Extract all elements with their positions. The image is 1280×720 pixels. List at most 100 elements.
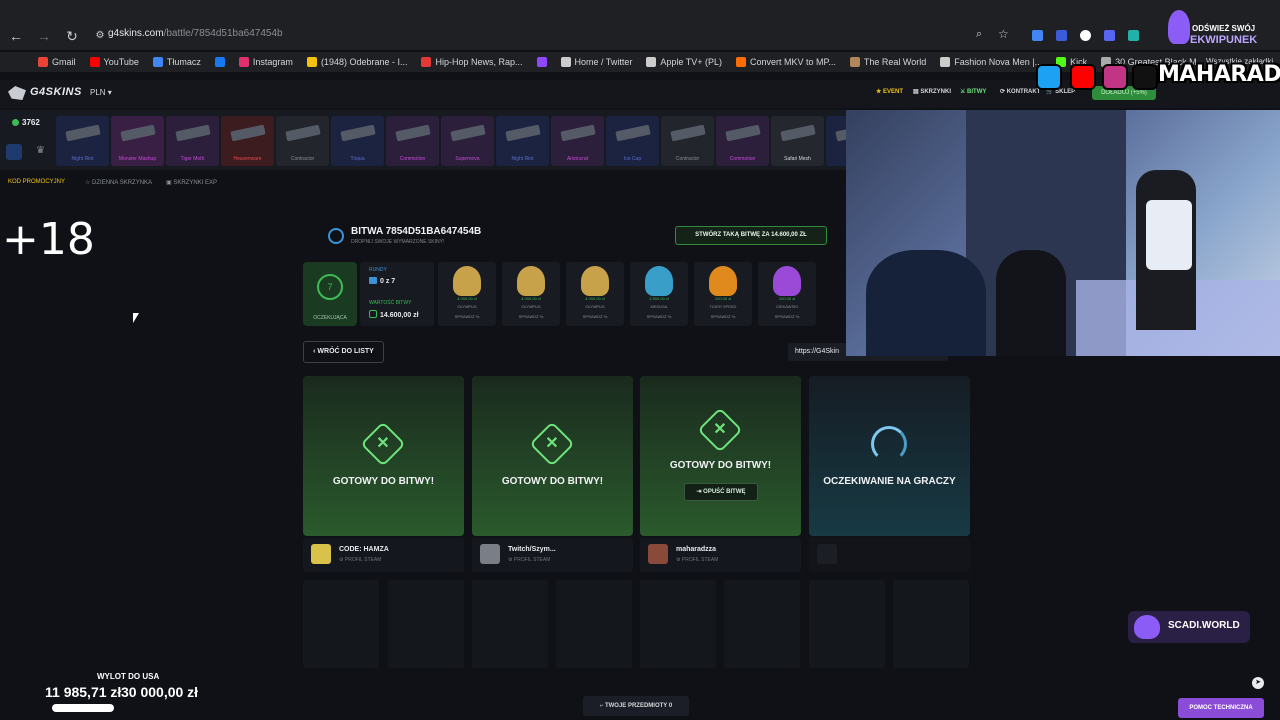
crown-view-icon[interactable]: ♛: [36, 145, 45, 156]
translate-extension-icon[interactable]: [1032, 30, 1043, 41]
bookmark-item[interactable]: Hip-Hop News, Rap...: [421, 57, 523, 67]
weapon-skin-icon: [285, 124, 321, 142]
drop-tile[interactable]: Safari Mesh: [771, 116, 824, 166]
promo-line-2: EKWIPUNEK: [1190, 34, 1258, 46]
bookmark-label: Gmail: [52, 57, 76, 67]
drop-tile[interactable]: Night Riot: [496, 116, 549, 166]
leave-battle-button[interactable]: ⇥ OPUŚĆ BITWĘ: [684, 483, 758, 501]
battle-case[interactable]: 4.000,00 zł OLYMPUS SPRAWDŹ %: [566, 262, 624, 326]
case-name: OLYMPUS: [585, 304, 605, 309]
bookmark-star-icon[interactable]: ☆: [998, 27, 1009, 41]
drop-tile-name: Contractor: [675, 156, 700, 162]
bookmark-item[interactable]: YouTube: [89, 57, 139, 67]
bookmark-favicon-icon: [214, 57, 225, 67]
drop-tile[interactable]: Aristocrat: [551, 116, 604, 166]
drop-tile[interactable]: Triqua: [331, 116, 384, 166]
battle-value: 14.600,00 zł: [369, 310, 419, 319]
case-check[interactable]: SPRAWDŹ %: [502, 314, 560, 319]
daily-case-link[interactable]: ☆ DZIENNA SKRZYNKA: [85, 179, 152, 186]
avatar: [480, 544, 500, 564]
drop-tile[interactable]: Commotion: [716, 116, 769, 166]
player-slot-3: ✕ GOTOWY DO BITWY!: [640, 376, 801, 536]
result-placeholder: [556, 580, 632, 668]
drop-tile[interactable]: Monster Mashup: [111, 116, 164, 166]
tools-extension-icon[interactable]: [1128, 30, 1139, 41]
steam-profile-link[interactable]: ⚙ PROFIL STEAM: [339, 557, 381, 563]
bookmark-item[interactable]: Tłumacz: [152, 57, 201, 67]
weapon-skin-icon: [395, 124, 431, 142]
tech-support-button[interactable]: POMOC TECHNICZNA: [1178, 698, 1264, 718]
weapon-skin-icon: [340, 124, 376, 142]
weapon-skin-icon: [175, 124, 211, 142]
rounds-value: 0 z 7: [369, 277, 395, 285]
bookmark-item[interactable]: Apple TV+ (PL): [646, 57, 722, 67]
steam-profile-link[interactable]: ⚙ PROFIL STEAM: [508, 557, 550, 563]
drop-tile[interactable]: Commotion: [386, 116, 439, 166]
player-name: Twitch/Szym...: [508, 546, 556, 553]
avatar-placeholder: [817, 544, 837, 564]
audio-extension-icon[interactable]: [1104, 30, 1115, 41]
drop-tile[interactable]: Contractor: [661, 116, 714, 166]
bookmark-item[interactable]: Gmail: [38, 57, 76, 67]
player-card-2[interactable]: Twitch/Szym... ⚙ PROFIL STEAM: [472, 538, 633, 572]
bookmark-item[interactable]: Convert MKV to MP...: [736, 57, 836, 67]
case-check[interactable]: SPRAWDŹ %: [758, 314, 816, 319]
player-slot-2: ✕ GOTOWY DO BITWY!: [472, 376, 633, 536]
battle-case[interactable]: 4.000,00 zł OLYMPUS SPRAWDŹ %: [502, 262, 560, 326]
player-card-1[interactable]: CODE: HAMZA ⚙ PROFIL STEAM: [303, 538, 464, 572]
battle-case[interactable]: 4.000,00 zł OLYMPUS SPRAWDŹ %: [438, 262, 496, 326]
drop-tile[interactable]: Tiger Moth: [166, 116, 219, 166]
result-placeholder: [724, 580, 800, 668]
drop-tile[interactable]: Ice Cap: [606, 116, 659, 166]
promo-code-link[interactable]: KOD PROMOCYJNY: [8, 179, 65, 185]
battle-case[interactable]: 2.500,00 zł MEDUSA SPRAWDŹ %: [630, 262, 688, 326]
your-items-button[interactable]: ⌐ TWOJE PRZEDMIOTY 0: [583, 696, 689, 716]
bookmark-item[interactable]: [214, 57, 225, 67]
bookmark-item[interactable]: Home / Twitter: [560, 57, 633, 67]
record-extension-icon[interactable]: [1080, 30, 1091, 41]
case-check[interactable]: SPRAWDŹ %: [630, 314, 688, 319]
player-card-3[interactable]: maharadzza ⚙ PROFIL STEAM: [640, 538, 801, 572]
weapon-skin-icon: [450, 124, 486, 142]
site-logo[interactable]: G4SKINS: [30, 86, 82, 98]
back-to-list-button[interactable]: ‹ WRÓĆ DO LISTY: [303, 341, 384, 363]
steam-profile-link[interactable]: ⚙ PROFIL STEAM: [676, 557, 718, 563]
reload-icon[interactable]: ↻: [60, 24, 84, 48]
chat-icon[interactable]: ➤: [1252, 677, 1264, 689]
drop-tile[interactable]: Contractor: [276, 116, 329, 166]
zoom-icon[interactable]: ⌕: [976, 28, 982, 41]
bookmark-label: Home / Twitter: [574, 57, 633, 67]
case-check[interactable]: SPRAWDŹ %: [438, 314, 496, 319]
goal-label: WYLOT DO USA: [97, 672, 160, 681]
bookmark-item[interactable]: The Real World: [849, 57, 926, 67]
grid-view-icon[interactable]: [6, 144, 22, 160]
bookmark-item[interactable]: (1948) Odebrane - I...: [306, 57, 407, 67]
pdf-extension-icon[interactable]: [1056, 30, 1067, 41]
bookmark-item[interactable]: [536, 57, 547, 67]
url-field[interactable]: g4skins.com/battle/7854d51ba647454b: [108, 28, 283, 39]
exp-cases-link[interactable]: ▣ SKRZYNKI EXP: [166, 179, 217, 186]
webcam-overlay: [846, 110, 1280, 356]
swords-icon: ✕: [529, 421, 575, 467]
currency-selector[interactable]: PLN ▾: [90, 88, 112, 97]
battle-case[interactable]: 100,00 zł CIEKAWSKI SPRAWDŹ %: [758, 262, 816, 326]
drop-tile[interactable]: Night Riot: [56, 116, 109, 166]
nav-battles[interactable]: ⚔ BITWY: [960, 88, 986, 95]
drop-tile[interactable]: Heavenware: [221, 116, 274, 166]
twitter-icon: [1036, 64, 1062, 90]
case-price: 4.000,00 zł: [457, 296, 477, 301]
bookmark-item[interactable]: Fashion Nova Men |...: [940, 57, 1042, 67]
case-check[interactable]: SPRAWDŹ %: [566, 314, 624, 319]
bookmark-item[interactable]: Instagram: [238, 57, 293, 67]
drop-tile[interactable]: Supernova: [441, 116, 494, 166]
nav-event[interactable]: ★ EVENT: [876, 88, 903, 95]
mascot-icon: [1168, 10, 1190, 44]
result-placeholder: [303, 580, 379, 668]
battle-case[interactable]: 100,00 zł TIGER SPEED SPRAWDŹ %: [694, 262, 752, 326]
case-check[interactable]: SPRAWDŹ %: [694, 314, 752, 319]
forward-arrow-icon[interactable]: →: [32, 24, 56, 48]
back-arrow-icon[interactable]: ←: [4, 24, 28, 48]
scadi-label: SCADI.WORLD: [1168, 620, 1240, 631]
nav-cases[interactable]: ▤ SKRZYNKI: [913, 88, 951, 95]
create-battle-button[interactable]: STWÓRZ TAKĄ BITWĘ ZA 14.600,00 ZŁ: [675, 226, 827, 245]
